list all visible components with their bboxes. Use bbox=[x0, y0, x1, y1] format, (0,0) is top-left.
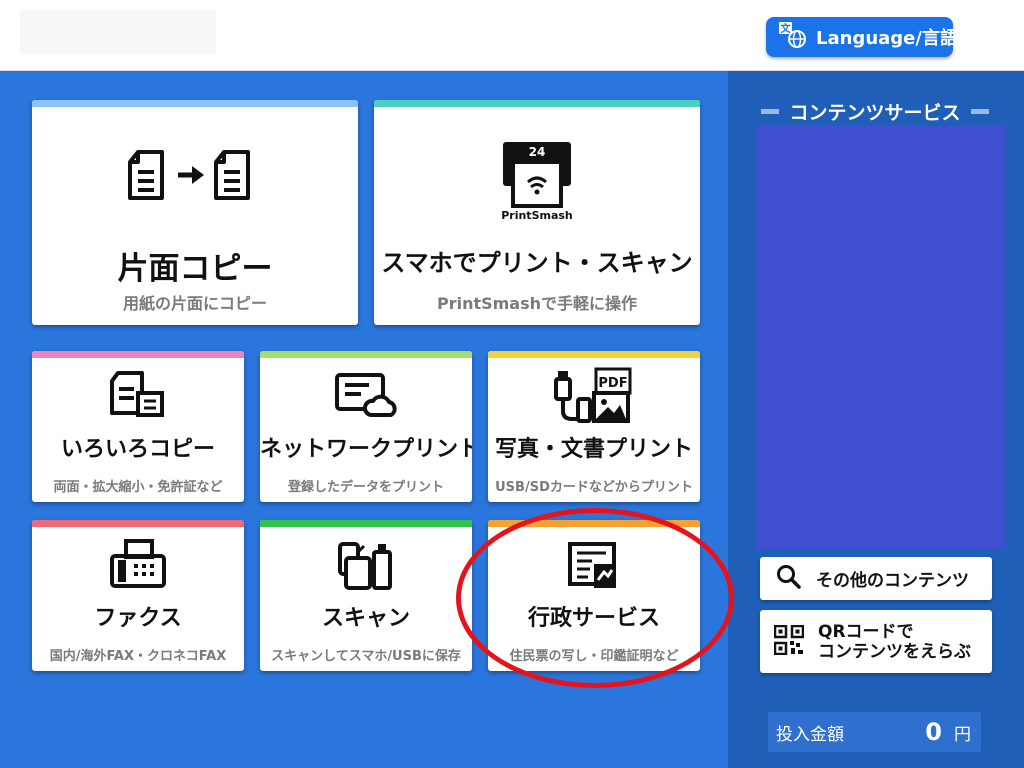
various-copy-title: いろいろコピー bbox=[60, 437, 215, 462]
various-copy-subtitle: 両面・拡大縮小・免許証など bbox=[53, 480, 223, 495]
multi-copy-icon bbox=[32, 369, 244, 421]
fax-tile[interactable]: ファクス 国内/海外FAX・クロネコFAX bbox=[32, 520, 244, 671]
inserted-amount-unit: 円 bbox=[954, 724, 971, 745]
government-service-tile[interactable]: 行政サービス 住民票の写し・印鑑証明など bbox=[488, 520, 700, 671]
qr-code-select-button[interactable]: QRコードで コンテンツをえらぶ bbox=[760, 610, 992, 673]
inserted-amount-value: 0 bbox=[925, 718, 942, 746]
other-content-button[interactable]: その他のコンテンツ bbox=[760, 557, 992, 600]
smartphone-print-accent-bar bbox=[374, 100, 700, 107]
scan-tile[interactable]: スキャン スキャンしてスマホ/USBに保存 bbox=[260, 520, 472, 671]
printsmash-label: PrintSmash bbox=[501, 209, 573, 222]
fax-icon bbox=[32, 538, 244, 590]
document-copy-icon bbox=[32, 148, 358, 208]
content-service-heading: コンテンツサービス bbox=[758, 98, 992, 125]
inserted-amount-display: 投入金額 0 円 bbox=[768, 712, 981, 752]
fax-accent-bar bbox=[32, 520, 244, 527]
single-copy-tile[interactable]: 片面コピー 用紙の片面にコピー bbox=[32, 100, 358, 325]
scan-accent-bar bbox=[260, 520, 472, 527]
content-service-title: コンテンツサービス bbox=[789, 102, 961, 124]
single-copy-subtitle: 用紙の片面にコピー bbox=[122, 294, 267, 313]
language-button[interactable]: 文 Language/言語 bbox=[766, 17, 958, 57]
fax-subtitle: 国内/海外FAX・クロネコFAX bbox=[49, 649, 227, 664]
government-service-subtitle: 住民票の写し・印鑑証明など bbox=[509, 649, 679, 664]
pdf-label: PDF bbox=[598, 376, 627, 391]
printsmash-number: 24 bbox=[529, 145, 546, 159]
qr-code-label-line1: QRコードで bbox=[818, 621, 914, 642]
heading-dash-right bbox=[970, 109, 989, 114]
translate-globe-icon: 文 bbox=[778, 21, 806, 53]
various-copy-tile[interactable]: いろいろコピー 両面・拡大縮小・免許証など bbox=[32, 351, 244, 502]
network-print-subtitle: 登録したデータをプリント bbox=[287, 480, 444, 495]
qr-code-label: QRコードで コンテンツをえらぶ bbox=[818, 622, 971, 662]
government-service-title: 行政サービス bbox=[527, 606, 660, 631]
heading-dash-left bbox=[761, 109, 780, 114]
logo-area bbox=[20, 10, 216, 54]
photo-doc-print-title: 写真・文書プリント bbox=[494, 437, 693, 462]
certificate-icon bbox=[488, 540, 700, 592]
cloud-document-icon bbox=[260, 369, 472, 421]
inserted-amount-label: 投入金額 bbox=[776, 724, 844, 745]
photo-doc-print-subtitle: USB/SDカードなどからプリント bbox=[495, 480, 693, 495]
search-icon bbox=[776, 564, 802, 594]
printsmash-icon: 24 PrintSmash bbox=[374, 140, 700, 222]
content-service-banner-area[interactable] bbox=[756, 126, 1006, 550]
photo-doc-print-tile[interactable]: PDF 写真・文書プリント USB/SDカードなどからプリント bbox=[488, 351, 700, 502]
smartphone-print-tile[interactable]: 24 PrintSmash スマホでプリント・スキャン PrintSmashで手… bbox=[374, 100, 700, 325]
scan-device-icon bbox=[260, 538, 472, 594]
smartphone-print-title: スマホでプリント・スキャン bbox=[381, 249, 693, 277]
various-copy-accent-bar bbox=[32, 351, 244, 358]
fax-title: ファクス bbox=[94, 606, 182, 631]
scan-title: スキャン bbox=[321, 606, 410, 631]
photo-doc-print-accent-bar bbox=[488, 351, 700, 358]
network-print-title: ネットワークプリント bbox=[260, 437, 472, 462]
single-copy-title: 片面コピー bbox=[117, 251, 273, 287]
government-service-accent-bar bbox=[488, 520, 700, 527]
scan-subtitle: スキャンしてスマホ/USBに保存 bbox=[271, 649, 461, 664]
language-label: Language/言語 bbox=[816, 28, 958, 49]
network-print-tile[interactable]: ネットワークプリント 登録したデータをプリント bbox=[260, 351, 472, 502]
network-print-accent-bar bbox=[260, 351, 472, 358]
single-copy-accent-bar bbox=[32, 100, 358, 107]
usb-pdf-photo-icon: PDF bbox=[488, 367, 700, 425]
qr-code-label-line2: コンテンツをえらぶ bbox=[818, 641, 971, 662]
header-bar: 文 Language/言語 bbox=[0, 0, 1024, 71]
svg-text:文: 文 bbox=[781, 22, 792, 35]
other-content-label: その他のコンテンツ bbox=[816, 571, 969, 591]
smartphone-print-subtitle: PrintSmashで手軽に操作 bbox=[436, 294, 638, 313]
qr-code-icon bbox=[773, 624, 805, 659]
